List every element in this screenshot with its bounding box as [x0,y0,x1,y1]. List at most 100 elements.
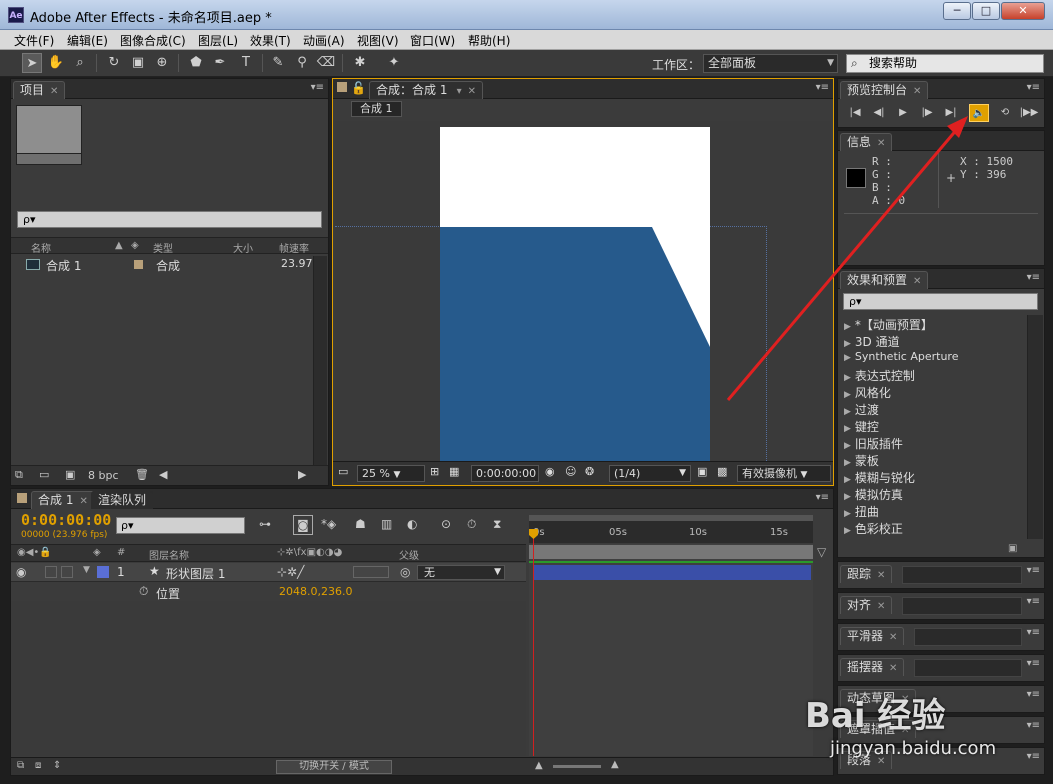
panel-menu-icon[interactable]: ▾≡ [1027,82,1040,93]
scroll-right-icon[interactable]: ▶ [298,468,306,481]
comp-mini-flowchart-icon[interactable]: ⊶ [259,517,271,531]
new-preset-icon[interactable]: ▣ [1008,543,1017,554]
tab-smoother[interactable]: 平滑器 ✕ [840,627,905,645]
pick-whip-icon[interactable]: ◎ [400,565,410,579]
effects-category[interactable]: ▶ *【动画预置】 [844,316,933,333]
time-ruler[interactable]: 0s 05s 10s 15s [529,515,813,543]
pen-tool-icon[interactable]: ✒ [210,53,230,73]
col-type[interactable]: 类型 [153,240,173,255]
modes-pane-icon[interactable]: ⧈ [35,760,41,771]
stopwatch-icon[interactable]: ⏱ [139,584,148,599]
new-folder-icon[interactable]: ▭ [39,468,49,481]
effects-category[interactable]: ▶ 过渡 [844,401,879,418]
panel-menu-icon[interactable]: ▾≡ [816,82,829,93]
safe-zones-icon[interactable]: ⊞ [430,465,439,478]
menu-view[interactable]: 视图(V) [357,32,399,49]
time-navigator[interactable] [529,515,813,521]
solo-toggle[interactable] [45,566,57,578]
tab-wiggler[interactable]: 摇摆器 ✕ [840,658,905,676]
puppet-tool-icon[interactable]: ✱ [350,53,370,73]
col-parent[interactable]: 父级 [399,547,419,562]
panel-menu-icon[interactable]: ▾≡ [1027,596,1040,607]
timeline-layer-row[interactable]: ◉ ▼ 1 ★ 形状图层 1 ⊹✲╱ ◎ 无 ▼ [11,563,526,582]
current-time-display[interactable]: 0:00:00:00 [471,465,539,482]
panel-menu-icon[interactable]: ▾≡ [1027,751,1040,762]
timeline-current-time[interactable]: 0:00:00:00 [21,511,111,529]
close-button[interactable]: ✕ [1001,2,1045,20]
menu-help[interactable]: 帮助(H) [468,32,510,49]
switches-icon[interactable]: ⊹✲\fx▣◐◑◕ [277,547,342,558]
shape-polygon[interactable] [440,227,710,461]
effects-category[interactable]: ▶ Synthetic Aperture [844,350,958,367]
region-of-interest-icon[interactable]: ▣ [697,465,707,478]
panel-menu-icon[interactable]: ▾≡ [1027,720,1040,731]
tab-composition[interactable]: 合成：合成 1 ▾ ✕ [369,81,484,99]
layer-switches-icon[interactable]: ⊹✲╱ [277,565,304,579]
motion-blur-icon[interactable]: ◐ [407,517,417,531]
panel-menu-icon[interactable]: ▾≡ [311,82,324,93]
work-area-bar[interactable] [529,545,813,559]
effects-category[interactable]: ▶ 键控 [844,418,879,435]
visibility-eye-icon[interactable]: ◉ [16,565,26,579]
project-item-row[interactable]: 合成 1 合成 23.976 [11,256,328,274]
comp-flow-tab[interactable]: 合成 1 [351,101,402,117]
interpret-footage-icon[interactable]: ⧉ [15,468,23,482]
comp-button-icon[interactable]: ▽ [817,545,826,559]
lock-toggle[interactable] [61,566,73,578]
brush-tool-icon[interactable]: ✎ [268,53,288,73]
expand-triangle-icon[interactable]: ▼ [83,565,90,575]
project-search-input[interactable]: ρ▾ [17,211,322,228]
tab-info[interactable]: 信息 ✕ [840,133,893,151]
text-tool-icon[interactable]: T [236,53,256,73]
checkerboard-icon[interactable]: ▩ [717,465,727,478]
menu-animation[interactable]: 动画(A) [303,32,345,49]
frame-blending-icon[interactable]: ▥ [381,517,392,531]
tab-timeline-comp[interactable]: 合成 1 ✕ [31,491,95,509]
layer-duration-bar[interactable] [533,565,811,580]
effects-category[interactable]: ▶ 蒙板 [844,452,879,469]
effects-category[interactable]: ▶ 模拟仿真 [844,486,903,503]
snapshot-icon[interactable]: ◉ [545,465,555,478]
menu-file[interactable]: 文件(F) [14,32,54,49]
selection-tool-icon[interactable]: ➤ [22,53,42,73]
tab-project[interactable]: 项目 ✕ [13,81,66,99]
label-tag-icon[interactable]: ◈ [93,547,101,558]
layer-label-swatch[interactable] [97,566,109,578]
pan-behind-tool-icon[interactable]: ⊕ [152,53,172,73]
first-frame-icon[interactable]: |◀ [845,104,865,122]
comp-viewport[interactable] [335,121,831,461]
label-tag-icon[interactable]: ◈ [131,240,139,251]
eraser-tool-icon[interactable]: ⌫ [316,53,336,73]
col-fps[interactable]: 帧速率 [279,240,309,255]
label-color-swatch[interactable] [134,260,143,269]
show-snapshot-icon[interactable]: ☺ [565,465,576,478]
layer-name[interactable]: 形状图层 1 [166,565,225,582]
effects-category[interactable]: ▶ 旧版插件 [844,435,903,452]
next-frame-icon[interactable]: |▶ [917,104,937,122]
bpc-toggle[interactable]: 8 bpc [88,469,119,482]
layer-switch-boxes[interactable] [353,566,389,578]
menu-window[interactable]: 窗口(W) [410,32,455,49]
tab-preview[interactable]: 预览控制台 ✕ [840,81,929,99]
av-features-icon[interactable]: ◉◀•🔒 [17,547,52,558]
menu-effect[interactable]: 效果(T) [250,32,291,49]
property-value[interactable]: 2048.0,236.0 [279,585,352,598]
zoom-in-icon[interactable]: ▲ [611,759,619,770]
zoom-select[interactable]: 25 % ▼ [357,465,425,482]
sort-icon[interactable]: ▲ [115,240,123,251]
trash-icon[interactable]: 🗑 [135,468,149,481]
live-update-icon[interactable]: ◙ [293,515,313,535]
effects-category[interactable]: ▶ 色彩校正 [844,520,903,537]
panel-menu-icon[interactable]: ▾≡ [1027,565,1040,576]
pin-tool-icon[interactable]: ✦ [384,53,404,73]
col-name[interactable]: 名称 [31,240,51,255]
scroll-left-icon[interactable]: ◀ [159,468,167,481]
play-icon[interactable]: ▶ [893,104,913,122]
in-out-pane-icon[interactable]: ⇕ [53,760,61,771]
ram-preview-icon[interactable]: |▶▶ [1019,104,1039,122]
panel-menu-icon[interactable]: ▾≡ [1027,658,1040,669]
transparency-grid-icon[interactable]: ▦ [449,465,459,478]
tab-tracker[interactable]: 跟踪 ✕ [840,565,893,583]
tab-render-queue[interactable]: 渲染队列 [91,491,154,509]
resolution-select[interactable]: (1/4) ▼ [609,465,691,482]
